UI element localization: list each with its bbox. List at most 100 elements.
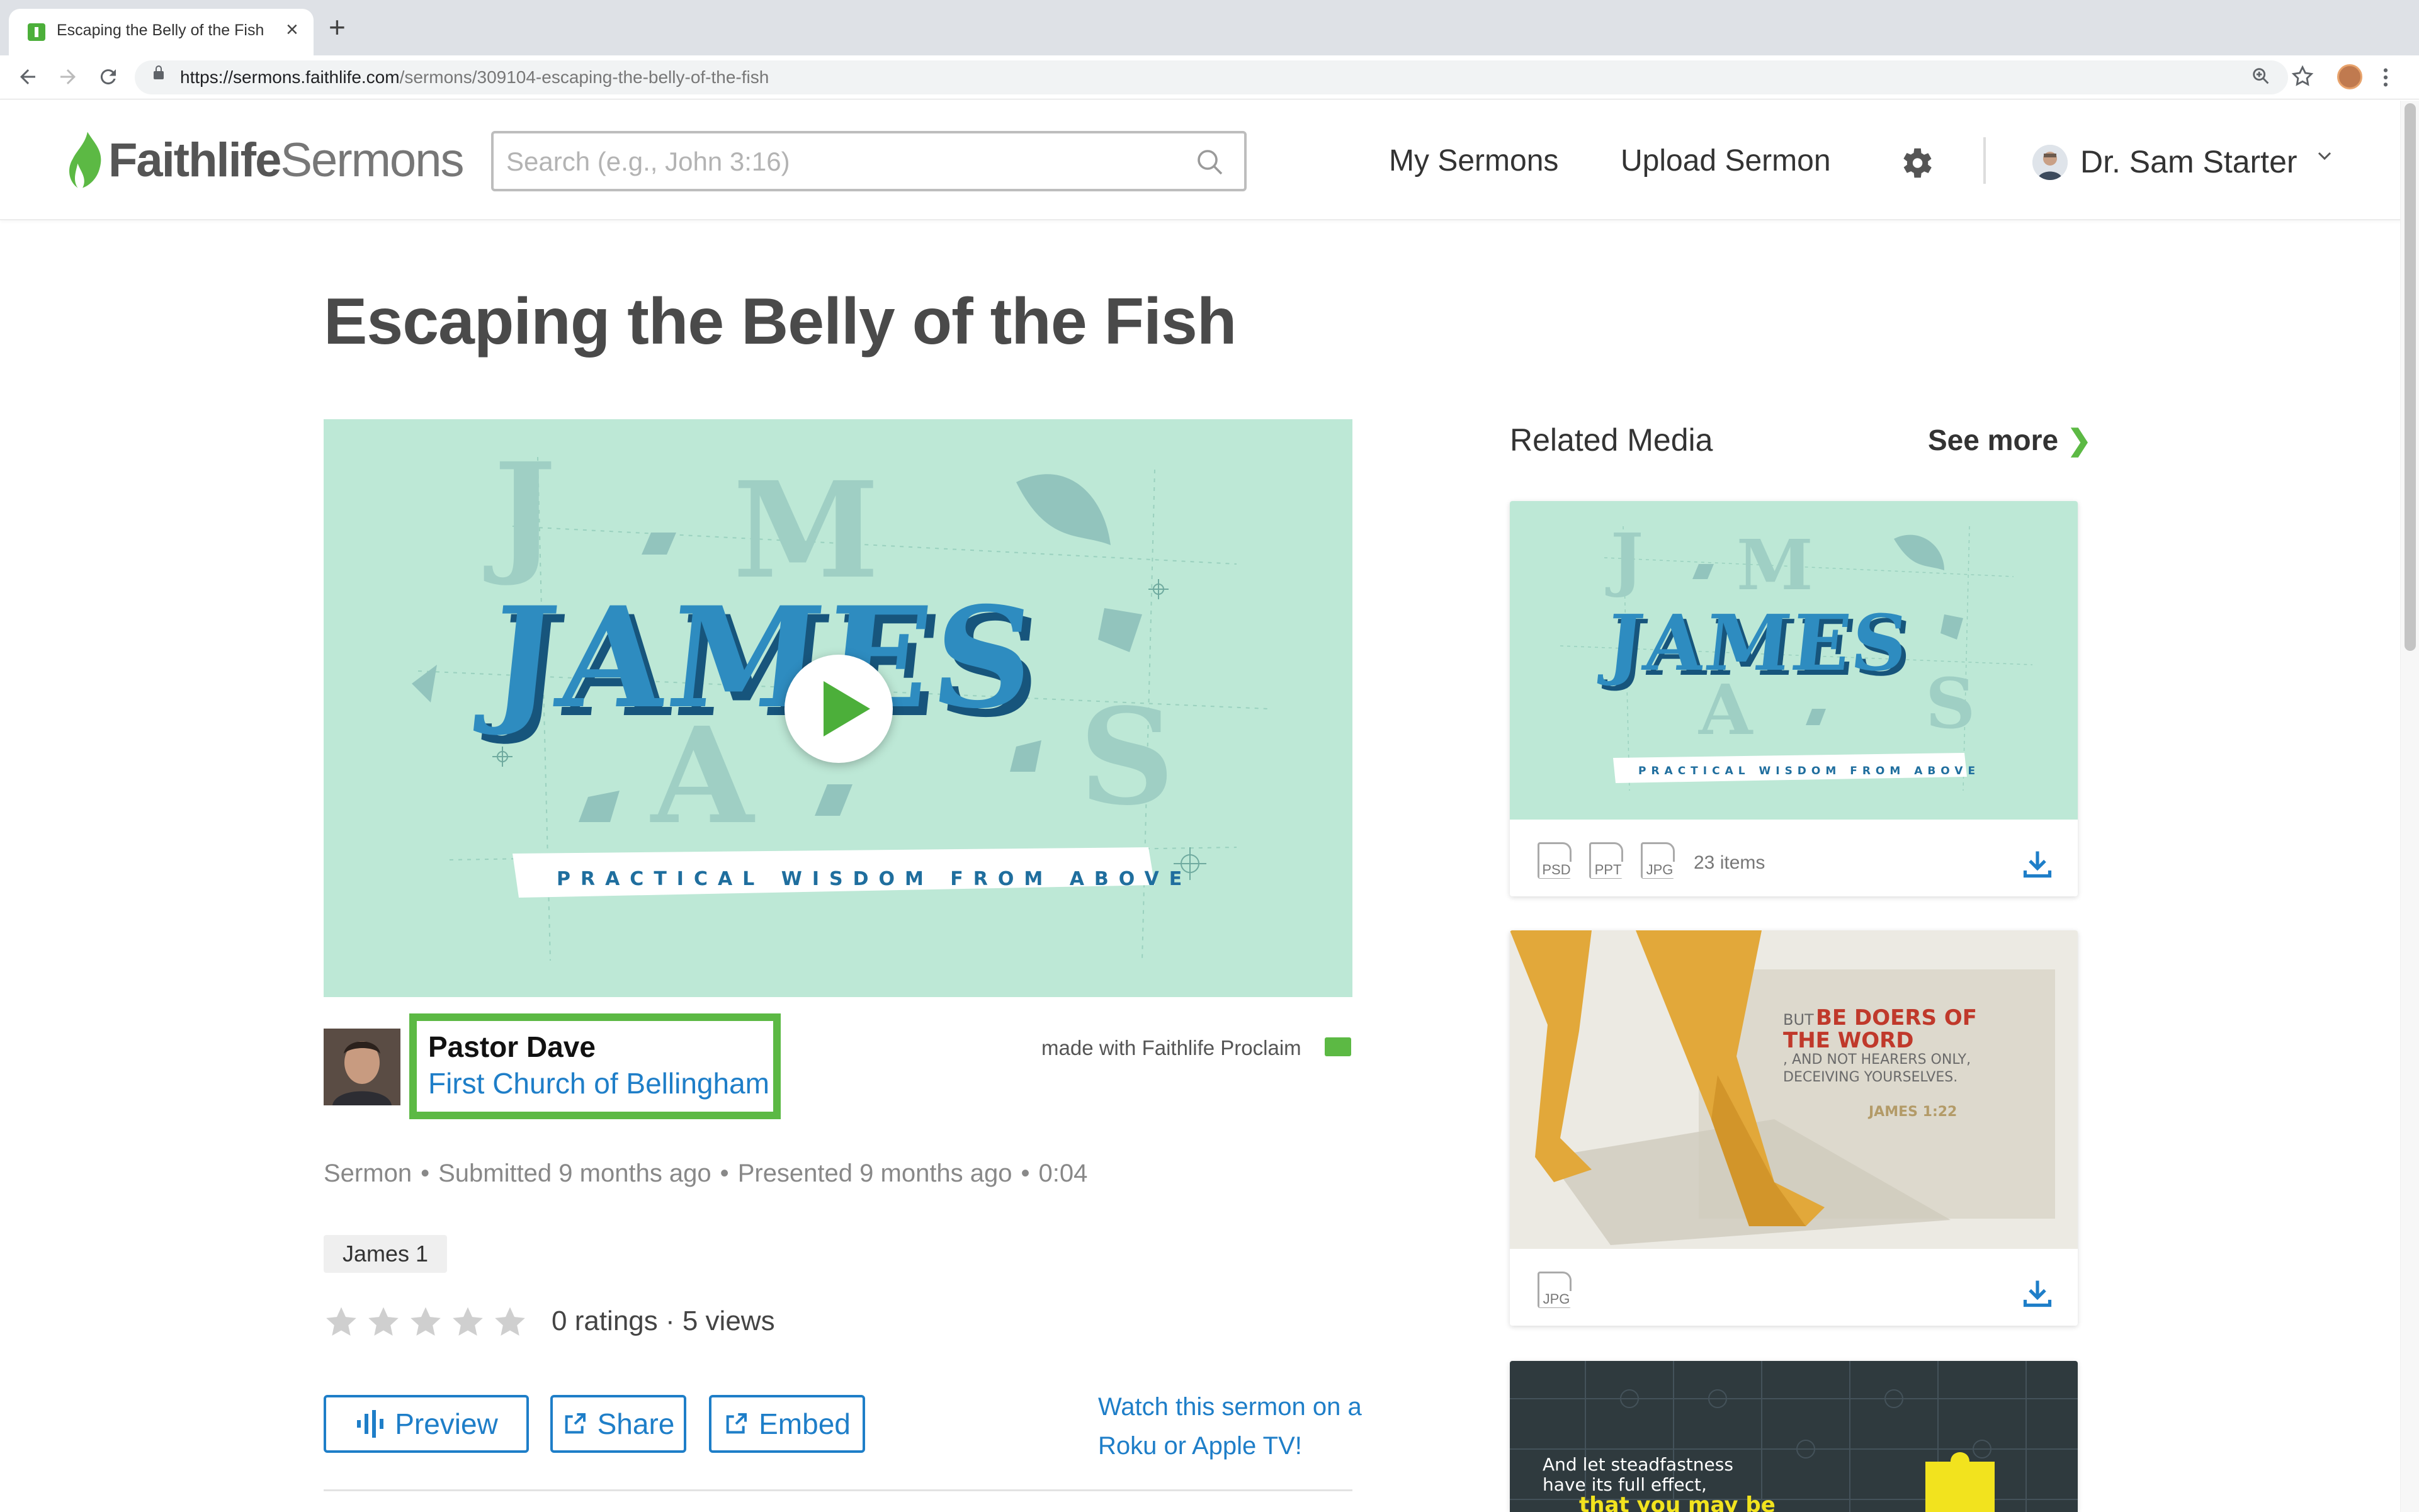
browser-profile-avatar[interactable] [2337, 64, 2362, 89]
related-media-card[interactable]: And let steadfastness have its full effe… [1510, 1361, 2078, 1512]
gear-icon[interactable] [1896, 144, 1935, 183]
faithlife-flame-icon [69, 132, 101, 188]
author-portrait-icon [324, 1029, 400, 1105]
external-link-icon [565, 1413, 586, 1434]
art-text-line3: that you may be [1579, 1492, 1776, 1512]
video-player[interactable]: J M A S JAMES JAMES PRACTICAL WISDOM FRO… [324, 419, 1352, 997]
file-ppt-icon: PPT [1589, 842, 1625, 879]
lock-icon [154, 65, 164, 79]
star-icon[interactable] [408, 1304, 443, 1340]
author-church-link[interactable]: First Church of Bellingham [428, 1066, 769, 1100]
card-art-subtitle: PRACTICAL WISDOM FROM ABOVE [1638, 765, 1980, 777]
faithlife-sermons-logo[interactable]: Faithlife Sermons [68, 128, 464, 191]
play-icon [824, 681, 870, 736]
card-art-letter-m: M [1736, 524, 1813, 606]
scripture-tag[interactable]: James 1 [324, 1235, 448, 1273]
card-thumbnail[interactable]: J M A S JAMES JAMES PRACTICAL WISDOM FRO… [1510, 501, 2078, 820]
embed-button[interactable]: Embed [709, 1395, 865, 1453]
search-box[interactable] [491, 131, 1247, 191]
star-icon[interactable] [450, 1304, 485, 1340]
nav-upload-sermon[interactable]: Upload Sermon [1621, 144, 1831, 178]
author-name[interactable]: Pastor Dave [428, 1030, 596, 1064]
site-header: Faithlife Sermons My Sermons Upload Serm… [0, 99, 2419, 220]
ratings-views: 0 ratings · 5 views [552, 1306, 775, 1336]
faithlife-favicon-icon [28, 23, 45, 41]
chevron-down-icon[interactable] [2317, 151, 2332, 161]
card-art-letter-s: S [1925, 663, 1975, 744]
brand-primary: Faithlife [108, 133, 281, 187]
meta-duration: 0:04 [1038, 1159, 1088, 1187]
download-icon[interactable] [2021, 847, 2054, 880]
zoom-icon[interactable] [2250, 65, 2272, 87]
card-thumbnail[interactable]: And let steadfastness have its full effe… [1510, 1361, 2078, 1512]
art-subtitle: PRACTICAL WISDOM FROM ABOVE [557, 868, 1192, 890]
search-input[interactable] [506, 145, 1174, 179]
card-art-title: JAMES [1597, 597, 1913, 688]
brand-secondary: Sermons [280, 133, 464, 187]
star-icon[interactable] [366, 1304, 401, 1340]
user-name[interactable]: Dr. Sam Starter [2080, 144, 2297, 180]
items-count: 23 items [1694, 852, 1765, 873]
search-icon[interactable] [1195, 147, 1225, 178]
card-thumbnail[interactable]: BUT BE DOERS OF THE WORD , AND NOT HEARE… [1510, 930, 2078, 1249]
see-more-link[interactable]: See more ❯ [1928, 423, 2092, 457]
author-photo[interactable] [324, 1029, 400, 1105]
page-scrollbar[interactable] [2400, 101, 2419, 1512]
preview-label: Preview [395, 1408, 498, 1440]
share-label: Share [597, 1408, 675, 1440]
header-divider [1983, 137, 1986, 184]
art-lead: BUT [1783, 1011, 1814, 1029]
audio-wave-icon [357, 1410, 384, 1438]
art-ref: JAMES 1:22 [1867, 1104, 1957, 1120]
meta-submitted: Submitted 9 months ago [438, 1159, 711, 1187]
art-letter-j: J [484, 434, 556, 589]
share-button[interactable]: Share [550, 1395, 686, 1453]
watch-on-tv-link[interactable]: Watch this sermon on a Roku or Apple TV! [1098, 1387, 1362, 1465]
file-jpg-icon: JPG [1538, 1272, 1573, 1308]
user-avatar[interactable] [2032, 145, 2068, 180]
file-jpg-icon: JPG [1641, 842, 1677, 879]
browser-tab[interactable]: Escaping the Belly of the Fish × [9, 9, 314, 55]
download-icon[interactable] [2021, 1277, 2054, 1309]
art-text-line1: And let steadfastness [1543, 1454, 1733, 1475]
section-divider [324, 1489, 1352, 1491]
bookmark-star-icon[interactable] [2291, 64, 2314, 88]
meta-type: Sermon [324, 1159, 412, 1187]
star-icon[interactable] [492, 1304, 528, 1340]
page-title: Escaping the Belly of the Fish [324, 285, 1237, 358]
star-rating[interactable] [324, 1304, 535, 1342]
related-media-card[interactable]: J M A S JAMES JAMES PRACTICAL WISDOM FRO… [1510, 501, 2078, 896]
browser-menu-icon[interactable] [2381, 67, 2390, 88]
scrollbar-thumb[interactable] [2405, 103, 2416, 651]
file-psd-icon: PSD [1538, 842, 1573, 879]
tab-title: Escaping the Belly of the Fish [57, 21, 264, 39]
new-tab-icon[interactable]: + [329, 13, 346, 42]
reload-icon[interactable] [97, 65, 120, 88]
puzzle-artwork: And let steadfastness have its full effe… [1510, 1361, 2078, 1512]
forward-icon[interactable] [57, 65, 79, 88]
back-icon[interactable] [16, 65, 39, 88]
address-bar[interactable]: https://sermons.faithlife.com/sermons/30… [135, 60, 2288, 94]
proclaim-flag-icon [1325, 1037, 1351, 1056]
made-with-proclaim[interactable]: made with Faithlife Proclaim [1041, 1036, 1301, 1060]
user-avatar-portrait-icon [2032, 145, 2068, 180]
art-line2: THE WORD [1783, 1028, 1914, 1053]
star-icon[interactable] [324, 1304, 359, 1340]
url-text: https://sermons.faithlife.com/sermons/30… [180, 67, 769, 87]
embed-label: Embed [759, 1408, 851, 1440]
art-line1: BE DOERS OF [1816, 1005, 1977, 1030]
play-button[interactable] [785, 655, 893, 763]
external-link-icon [726, 1413, 747, 1434]
preview-button[interactable]: Preview [324, 1395, 529, 1453]
card-footer: JPG [1510, 1249, 2078, 1326]
related-media-card[interactable]: BUT BE DOERS OF THE WORD , AND NOT HEARE… [1510, 930, 2078, 1326]
art-letter-s: S [1079, 679, 1175, 835]
card-footer: PSD PPT JPG 23 items [1510, 820, 2078, 896]
nav-my-sermons[interactable]: My Sermons [1389, 144, 1558, 178]
art-big-title: JAMES [472, 577, 1045, 740]
browser-tabstrip: Escaping the Belly of the Fish × + [0, 0, 2419, 55]
art-rest: , AND NOT HEARERS ONLY, DECEIVING YOURSE… [1783, 1052, 1971, 1085]
james-series-artwork: J M A S JAMES JAMES PRACTICAL WISDOM FRO… [1510, 501, 2078, 820]
tab-close-icon[interactable]: × [286, 19, 298, 40]
browser-toolbar: https://sermons.faithlife.com/sermons/30… [0, 55, 2419, 99]
